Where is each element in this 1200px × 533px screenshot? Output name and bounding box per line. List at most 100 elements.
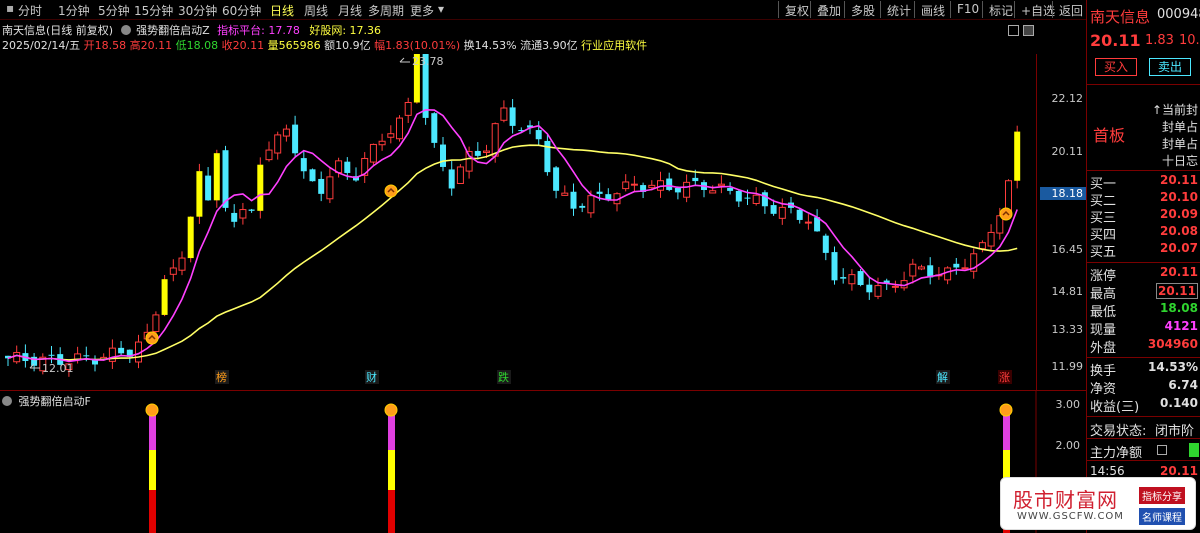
buy-button[interactable]: 买入: [1095, 58, 1137, 76]
signal-marker-icon[interactable]: [999, 207, 1013, 221]
toolbar-button[interactable]: F10: [950, 1, 979, 18]
period-tab[interactable]: 分时: [18, 2, 42, 19]
candle-body[interactable]: [822, 235, 829, 253]
candle-body[interactable]: [909, 263, 917, 277]
candle-body[interactable]: [857, 271, 864, 286]
candle-body[interactable]: [326, 176, 334, 200]
candle-body[interactable]: [944, 267, 952, 281]
candle-body[interactable]: [587, 195, 595, 214]
candle-body[interactable]: [118, 347, 125, 354]
indicator-settings-icon[interactable]: [120, 25, 131, 35]
candle-body[interactable]: [804, 221, 812, 224]
period-tab[interactable]: 60分钟: [222, 2, 261, 19]
indicator-name[interactable]: 强势翻倍启动Z: [136, 24, 210, 37]
candle-body[interactable]: [387, 133, 395, 138]
candle-body[interactable]: [448, 169, 455, 189]
limit-up-candle[interactable]: [161, 279, 168, 315]
limit-up-candle[interactable]: [187, 216, 194, 259]
period-tab[interactable]: 30分钟: [178, 2, 217, 19]
candle-body[interactable]: [491, 123, 499, 157]
candle-body[interactable]: [309, 169, 316, 182]
candle-body[interactable]: [840, 277, 847, 279]
candle-body[interactable]: [544, 140, 551, 173]
more-dropdown-icon[interactable]: ▾: [438, 2, 444, 16]
candle-body[interactable]: [205, 175, 212, 201]
period-tab[interactable]: 日线: [270, 2, 294, 19]
signal-marker-icon[interactable]: [384, 403, 398, 417]
candle-body[interactable]: [431, 113, 438, 143]
toolbar-button[interactable]: 复权: [778, 1, 809, 18]
indicator-chart[interactable]: 3.00 2.00: [0, 390, 1086, 533]
candle-body[interactable]: [248, 209, 255, 211]
candle-body[interactable]: [318, 178, 325, 194]
candle-body[interactable]: [727, 187, 734, 191]
candle-body[interactable]: [891, 285, 899, 288]
candle-body[interactable]: [752, 194, 760, 204]
candle-body[interactable]: [369, 143, 377, 163]
toolbar-button[interactable]: 返回: [1052, 1, 1083, 18]
candle-body[interactable]: [1005, 180, 1012, 213]
candle-body[interactable]: [535, 130, 542, 140]
main-flow-toggle-icon[interactable]: [1157, 445, 1167, 455]
candle-body[interactable]: [474, 150, 481, 156]
candle-body[interactable]: [265, 149, 273, 161]
candle-body[interactable]: [231, 212, 238, 222]
candle-body[interactable]: [717, 183, 725, 187]
limit-up-candle[interactable]: [196, 171, 203, 217]
candle-body[interactable]: [987, 231, 995, 247]
toolbar-button[interactable]: 标记: [982, 1, 1013, 18]
candle-body[interactable]: [953, 263, 960, 268]
signal-marker-icon[interactable]: [999, 403, 1013, 417]
candle-body[interactable]: [735, 190, 742, 202]
industry-label[interactable]: 行业应用软件: [581, 39, 647, 52]
candle-body[interactable]: [500, 107, 508, 121]
candle-body[interactable]: [866, 284, 873, 293]
candle-body[interactable]: [13, 352, 21, 363]
candlestick-chart[interactable]: 23.78 12.01 榜 财 跌 解 涨: [0, 54, 1036, 390]
candle-body[interactable]: [561, 192, 569, 196]
candle-body[interactable]: [300, 158, 307, 172]
candle-body[interactable]: [579, 205, 586, 208]
candle-body[interactable]: [796, 209, 803, 220]
candle-body[interactable]: [274, 134, 282, 154]
signal-marker-icon[interactable]: [145, 331, 159, 345]
period-tab[interactable]: 1分钟: [58, 2, 90, 19]
candle-body[interactable]: [396, 117, 403, 140]
candle-body[interactable]: [344, 161, 351, 173]
toolbar-button[interactable]: +自选: [1014, 1, 1055, 18]
candle-body[interactable]: [666, 178, 673, 190]
chart-menu-icon[interactable]: ▪: [6, 1, 14, 15]
toolbar-button[interactable]: 统计: [880, 1, 911, 18]
candle-body[interactable]: [292, 124, 299, 154]
candle-body[interactable]: [456, 166, 464, 185]
candle-body[interactable]: [831, 252, 838, 281]
candle-body[interactable]: [440, 144, 446, 167]
candle-body[interactable]: [778, 206, 786, 219]
candle-body[interactable]: [961, 267, 969, 270]
candle-body[interactable]: [48, 354, 55, 356]
candle-body[interactable]: [770, 205, 777, 214]
candle-body[interactable]: [169, 267, 177, 275]
expand-icon[interactable]: [1023, 25, 1034, 36]
candle-body[interactable]: [570, 191, 577, 209]
candle-body[interactable]: [848, 274, 856, 285]
candle-body[interactable]: [282, 128, 290, 137]
period-tab[interactable]: 5分钟: [98, 2, 130, 19]
candle-body[interactable]: [674, 187, 681, 193]
period-tab[interactable]: 月线: [338, 2, 362, 19]
candle-body[interactable]: [509, 107, 516, 126]
candle-body[interactable]: [630, 183, 638, 186]
candle-body[interactable]: [553, 167, 560, 191]
candle-body[interactable]: [874, 285, 882, 297]
candle-body[interactable]: [483, 150, 490, 153]
toolbar-button[interactable]: 叠加: [810, 1, 841, 18]
candle-body[interactable]: [683, 181, 691, 198]
candle-body[interactable]: [83, 355, 90, 357]
candle-body[interactable]: [239, 209, 247, 219]
candle-body[interactable]: [404, 102, 412, 116]
candle-body[interactable]: [744, 197, 751, 199]
sell-button[interactable]: 卖出: [1149, 58, 1191, 76]
period-tab[interactable]: 15分钟: [134, 2, 173, 19]
candle-body[interactable]: [978, 242, 986, 250]
candle-body[interactable]: [648, 184, 656, 189]
